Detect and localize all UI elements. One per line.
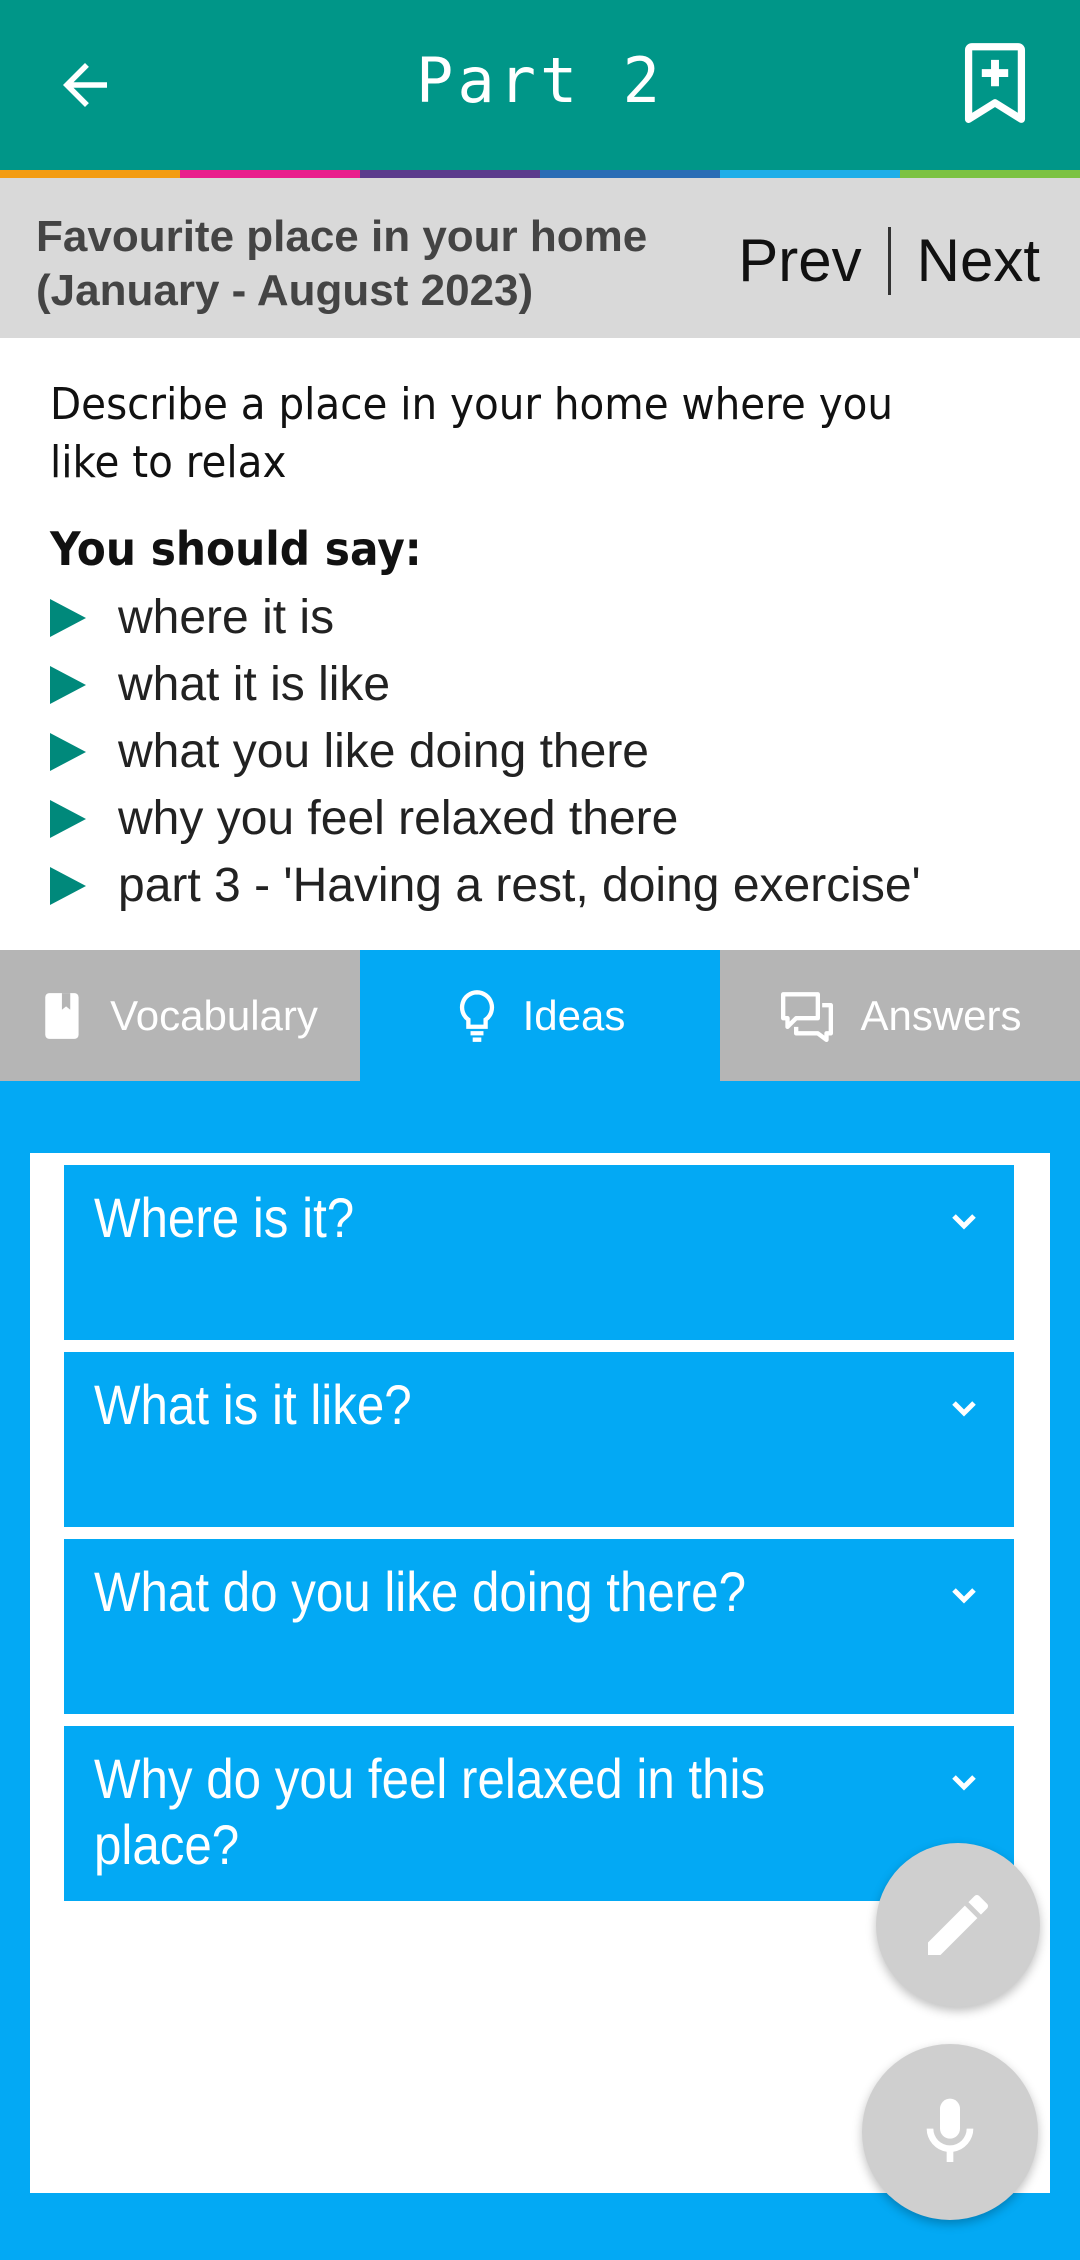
tab-bar: Vocabulary Ideas Answers bbox=[0, 950, 1080, 1081]
should-say-heading: You should say: bbox=[50, 522, 422, 576]
topic-header: Favourite place in your home (January - … bbox=[0, 178, 1080, 338]
accordion-question: What do you like doing there? bbox=[94, 1560, 746, 1623]
book-icon bbox=[42, 991, 86, 1041]
play-bullet-icon bbox=[50, 866, 86, 905]
list-item: where it is bbox=[50, 584, 1060, 651]
play-bullet-icon bbox=[50, 732, 86, 771]
prev-button[interactable]: Prev bbox=[738, 226, 861, 295]
play-bullet-icon bbox=[50, 665, 86, 704]
page-title: Part 2 bbox=[416, 44, 664, 117]
accordion-item-doing[interactable]: What do you like doing there? bbox=[64, 1539, 1014, 1714]
tab-label: Answers bbox=[860, 991, 1022, 1039]
chevron-down-icon bbox=[952, 1214, 976, 1230]
color-stripe bbox=[0, 170, 1080, 178]
next-button[interactable]: Next bbox=[917, 226, 1040, 295]
edit-fab-button[interactable] bbox=[876, 1843, 1040, 2007]
chevron-down-icon bbox=[952, 1588, 976, 1604]
microphone-icon bbox=[926, 2098, 974, 2162]
accordion-question: What is it like? bbox=[94, 1373, 412, 1436]
tab-label: Vocabulary bbox=[110, 991, 318, 1039]
topic-title-line1: Favourite place in your home bbox=[36, 212, 648, 261]
tab-ideas[interactable]: Ideas bbox=[360, 950, 720, 1081]
chevron-down-icon bbox=[952, 1775, 976, 1791]
app-bar: Part 2 bbox=[0, 0, 1080, 170]
list-item: part 3 - 'Having a rest, doing exercise' bbox=[50, 852, 1060, 919]
accordion-question: Where is it? bbox=[94, 1186, 355, 1249]
bookmark-add-icon bbox=[964, 43, 1026, 123]
topic-title-line2: (January - August 2023) bbox=[36, 266, 534, 315]
tab-label: Ideas bbox=[522, 991, 626, 1039]
nav-divider bbox=[887, 226, 891, 295]
accordion-question: Why do you feel relaxed in this place? bbox=[94, 1747, 766, 1876]
lightbulb-icon bbox=[455, 988, 499, 1044]
chevron-down-icon bbox=[952, 1401, 976, 1417]
cue-card-points: where it is what it is like what you lik… bbox=[50, 584, 1060, 919]
tab-vocabulary[interactable]: Vocabulary bbox=[0, 950, 360, 1081]
pencil-icon bbox=[928, 1894, 989, 1955]
list-item: what it is like bbox=[50, 651, 1060, 718]
accordion-item-like[interactable]: What is it like? bbox=[64, 1352, 1014, 1527]
tab-answers[interactable]: Answers bbox=[720, 950, 1080, 1081]
topic-title: Favourite place in your home (January - … bbox=[36, 210, 676, 318]
chat-icon bbox=[778, 990, 836, 1042]
bookmark-button[interactable] bbox=[950, 38, 1040, 128]
play-bullet-icon bbox=[50, 799, 86, 838]
topic-navigation: Prev Next bbox=[738, 226, 1040, 295]
accordion-item-where[interactable]: Where is it? bbox=[64, 1165, 1014, 1340]
ideas-panel: Where is it? What is it like? What do yo… bbox=[30, 1153, 1050, 2193]
list-item: what you like doing there bbox=[50, 718, 1060, 785]
accordion-item-relaxed[interactable]: Why do you feel relaxed in this place? bbox=[64, 1726, 1014, 1901]
play-bullet-icon bbox=[50, 598, 86, 637]
cue-card-description: Describe a place in your home where you … bbox=[50, 379, 894, 488]
microphone-fab-button[interactable] bbox=[862, 2044, 1038, 2220]
list-item: why you feel relaxed there bbox=[50, 785, 1060, 852]
